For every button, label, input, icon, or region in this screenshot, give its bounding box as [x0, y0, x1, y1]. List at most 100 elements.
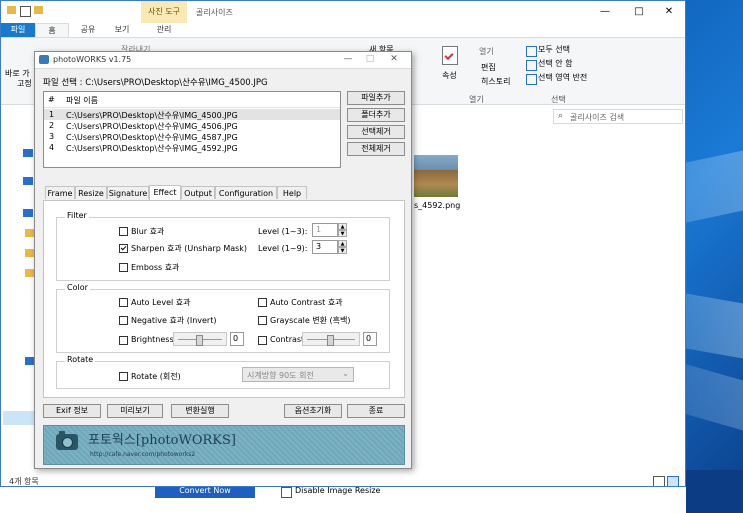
level13-down-arrow[interactable]: ▼	[338, 230, 347, 237]
open-button[interactable]: 열기	[479, 46, 494, 57]
table-row[interactable]: 3	[49, 132, 54, 141]
preview-button[interactable]: 미리보기	[107, 404, 163, 418]
tab-view[interactable]: 보기	[105, 23, 139, 37]
table-row[interactable]: 2	[49, 121, 54, 130]
rotate-direction-select[interactable]: 시계방향 90도 회전 ⌄	[242, 367, 354, 382]
file-thumbnail[interactable]	[414, 155, 458, 197]
photoworks-banner[interactable]: 포토웍스[photoWORKS] http://cafe.naver.com/p…	[43, 425, 405, 465]
color-title: Color	[65, 283, 90, 292]
pw-close-button[interactable]: ✕	[387, 54, 401, 66]
open-group-label: 열기	[469, 95, 484, 104]
details-view-button[interactable]	[653, 476, 665, 486]
edit-button[interactable]: 편집	[481, 62, 496, 73]
close-button[interactable]: ✕	[661, 5, 677, 19]
tab-signature[interactable]: Signature	[107, 186, 149, 199]
table-row[interactable]: C:\Users\PRO\Desktop\산수유\IMG_4506.JPG	[66, 121, 238, 132]
table-row[interactable]: 1	[49, 110, 54, 119]
table-row[interactable]: C:\Users\PRO\Desktop\산수유\IMG_4500.JPG	[66, 110, 238, 121]
exif-info-button[interactable]: Exif 정보	[43, 404, 101, 418]
search-box[interactable]: ⌕ 골리사이즈 검색	[553, 109, 683, 124]
brightness-checkbox[interactable]	[119, 336, 128, 345]
color-group: Color Auto Level 효과 Auto Contrast 효과 Neg…	[56, 283, 390, 353]
history-button[interactable]: 히스토리	[481, 76, 510, 87]
minimize-button[interactable]: —	[597, 5, 613, 19]
auto-contrast-checkbox[interactable]	[258, 298, 267, 307]
select-all-button[interactable]: 모두 선택	[538, 44, 570, 55]
level19-input[interactable]: 3	[312, 240, 338, 254]
file-thumbnail-label: s_4592.png	[414, 201, 461, 210]
add-folder-button[interactable]: 폴더추가	[347, 108, 405, 122]
tab-home[interactable]: 홈	[35, 23, 69, 37]
negative-label: Negative 효과 (Invert)	[131, 316, 217, 325]
app-icon	[39, 55, 49, 64]
taskbar-tray	[686, 470, 743, 513]
add-file-button[interactable]: 파일추가	[347, 91, 405, 105]
disable-resize-checkbox[interactable]	[281, 487, 292, 498]
sharpen-checkbox[interactable]	[119, 244, 128, 253]
level19-down-arrow[interactable]: ▼	[338, 247, 347, 254]
tab-manage[interactable]: 관리	[141, 23, 187, 37]
contrast-slider-thumb[interactable]	[327, 335, 334, 346]
remove-all-button[interactable]: 전체제거	[347, 142, 405, 156]
large-icons-view-button[interactable]	[667, 476, 679, 486]
reset-options-button[interactable]: 옵션초기화	[284, 404, 342, 418]
properties-icon[interactable]	[442, 46, 458, 65]
context-tab-photo-tools[interactable]: 사진 도구	[141, 1, 187, 23]
blur-checkbox[interactable]	[119, 227, 128, 236]
camera-icon	[56, 431, 78, 450]
tab-effect[interactable]: Effect	[149, 185, 181, 200]
level13-up-arrow[interactable]: ▲	[338, 223, 347, 230]
tab-configuration[interactable]: Configuration	[215, 186, 277, 199]
tab-frame[interactable]: Frame	[45, 186, 75, 199]
emboss-checkbox[interactable]	[119, 263, 128, 272]
invert-selection-button[interactable]: 선택 영역 반전	[538, 72, 587, 83]
contrast-slider[interactable]	[302, 332, 360, 346]
brightness-slider[interactable]	[173, 332, 227, 346]
table-row[interactable]: 4	[49, 143, 54, 152]
convert-button[interactable]: 변환실행	[171, 404, 229, 418]
banner-url: http://cafe.naver.com/photoworks2	[90, 451, 196, 458]
file-list[interactable]: # 파일 이름 1 C:\Users\PRO\Desktop\산수유\IMG_4…	[43, 91, 341, 168]
table-row[interactable]: C:\Users\PRO\Desktop\산수유\IMG_4592.JPG	[66, 143, 238, 154]
tab-file[interactable]: 파일	[1, 23, 35, 37]
pw-maximize-button[interactable]: □	[363, 54, 377, 66]
chevron-down-icon: ⌄	[342, 369, 349, 378]
level13-label: Level (1~3):	[258, 227, 308, 236]
contrast-checkbox[interactable]	[258, 336, 267, 345]
contrast-value[interactable]: 0	[363, 332, 377, 346]
select-none-icon	[526, 60, 537, 71]
grayscale-checkbox[interactable]	[258, 316, 267, 325]
blur-label: Blur 효과	[131, 227, 165, 236]
tab-output[interactable]: Output	[181, 186, 215, 199]
explorer-ribbon-tabs: 파일 홈 공유 보기 관리	[1, 23, 685, 37]
options-tabs: Frame Resize Signature Effect Output Con…	[43, 185, 407, 200]
tab-resize[interactable]: Resize	[75, 186, 107, 199]
list-header-num: #	[48, 95, 55, 104]
brightness-slider-thumb[interactable]	[196, 335, 203, 346]
rotate-checkbox[interactable]	[119, 372, 128, 381]
select-all-icon	[526, 46, 537, 57]
search-placeholder: 골리사이즈 검색	[570, 113, 625, 122]
auto-contrast-label: Auto Contrast 효과	[270, 298, 343, 307]
table-row[interactable]: C:\Users\PRO\Desktop\산수유\IMG_4587.JPG	[66, 132, 238, 143]
level19-up-arrow[interactable]: ▲	[338, 240, 347, 247]
maximize-button[interactable]: □	[631, 5, 647, 19]
list-header-name: 파일 이름	[66, 96, 98, 105]
remove-selected-button[interactable]: 선택제거	[347, 125, 405, 139]
auto-level-checkbox[interactable]	[119, 298, 128, 307]
disable-resize-label: Disable Image Resize	[295, 486, 381, 495]
exit-button[interactable]: 종료	[347, 404, 405, 418]
select-none-button[interactable]: 선택 안 함	[538, 58, 573, 69]
brightness-value[interactable]: 0	[230, 332, 244, 346]
tab-help[interactable]: Help	[277, 186, 307, 199]
pw-title: photoWORKS v1.75	[53, 55, 132, 64]
explorer-title: 골리사이즈	[196, 8, 233, 17]
level13-input[interactable]: 1	[312, 223, 338, 237]
tab-share[interactable]: 공유	[71, 23, 105, 37]
quick-access-icons	[7, 6, 47, 17]
item-count: 4개 항목	[9, 477, 39, 486]
banner-title: 포토웍스[photoWORKS]	[88, 433, 236, 448]
negative-checkbox[interactable]	[119, 316, 128, 325]
properties-label[interactable]: 속성	[442, 70, 457, 81]
pw-minimize-button[interactable]: —	[341, 54, 355, 66]
